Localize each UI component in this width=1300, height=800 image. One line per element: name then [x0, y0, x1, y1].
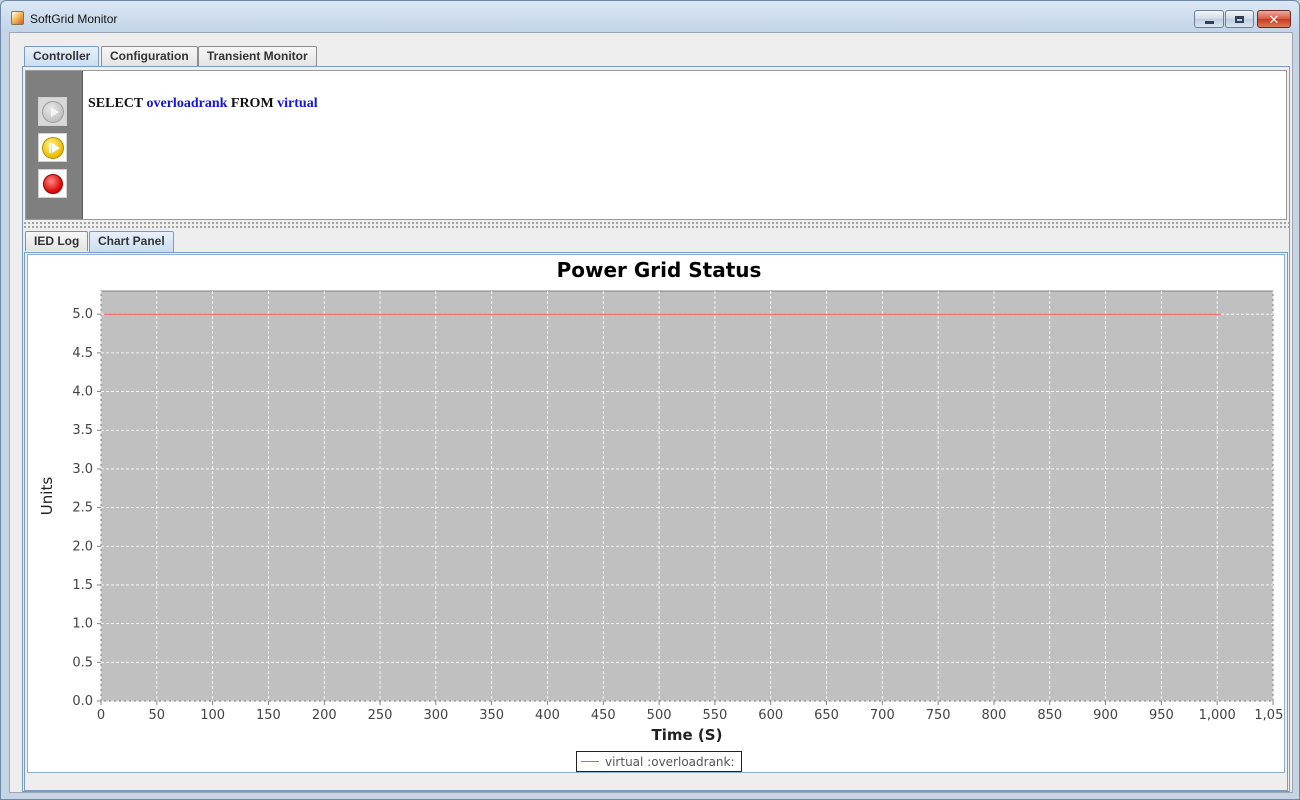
x-tick-label: 800	[982, 708, 1007, 723]
x-tick-label: 600	[758, 708, 783, 723]
legend-swatch	[581, 761, 599, 762]
play-button[interactable]	[38, 97, 67, 126]
y-tick-label: 4.0	[72, 385, 93, 400]
x-tick-label: 850	[1037, 708, 1062, 723]
window-title: SoftGrid Monitor	[30, 12, 118, 26]
x-tick-label: 250	[368, 708, 393, 723]
y-tick-label: 0.5	[72, 655, 93, 670]
controller-panel: SELECT overloadrank FROM virtual IED Log…	[22, 66, 1292, 792]
y-tick-label: 2.5	[72, 501, 93, 516]
x-axis-label: Time (S)	[652, 726, 723, 744]
maximize-button[interactable]	[1225, 10, 1254, 28]
x-tick-label: 700	[870, 708, 895, 723]
minimize-button[interactable]	[1194, 10, 1224, 28]
main-content: Controller Configuration Transient Monit…	[9, 32, 1293, 793]
x-tick-label: 450	[591, 708, 616, 723]
chart-title: Power Grid Status	[557, 258, 762, 282]
y-axis-label: Units	[38, 477, 56, 516]
x-tick-label: 550	[702, 708, 727, 723]
title-bar[interactable]: SoftGrid Monitor ✕	[1, 1, 1299, 31]
x-tick-label: 750	[926, 708, 951, 723]
x-tick-label: 1,000	[1199, 708, 1236, 723]
x-tick-label: 950	[1149, 708, 1174, 723]
chart-container: Power Grid Status 0.0 0.5 1.0 1.5 2.0 2.5 3.0 3…	[27, 254, 1292, 773]
y-tick-label: 1.5	[72, 578, 93, 593]
query-editor[interactable]: SELECT overloadrank FROM virtual	[25, 70, 1287, 220]
query-toolbar	[26, 71, 83, 219]
chart-panel: Power Grid Status 0.0 0.5 1.0 1.5 2.0 2.5 3.0 3…	[24, 252, 1292, 791]
chart-legend: virtual :overloadrank:	[576, 751, 742, 772]
tab-transient-monitor[interactable]: Transient Monitor	[198, 46, 317, 66]
y-tick-label: 1.0	[72, 617, 93, 632]
tab-controller[interactable]: Controller	[24, 46, 100, 67]
record-stop-button[interactable]	[38, 169, 67, 198]
y-tick-label: 0.0	[72, 694, 93, 709]
x-tick-label: 1,050	[1254, 708, 1284, 723]
tab-configuration[interactable]: Configuration	[101, 46, 198, 66]
x-tick-label: 400	[535, 708, 560, 723]
query-column: overloadrank	[146, 96, 228, 111]
x-tick-label: 500	[647, 708, 672, 723]
step-play-button[interactable]	[38, 133, 67, 162]
query-text[interactable]: SELECT overloadrank FROM virtual	[88, 96, 318, 112]
maximize-icon	[1235, 15, 1244, 23]
x-tick-label: 200	[312, 708, 337, 723]
y-tick-label: 3.0	[72, 462, 93, 477]
record-stop-icon	[42, 173, 63, 194]
x-tick-label: 900	[1093, 708, 1118, 723]
close-icon: ✕	[1268, 11, 1280, 27]
line-chart: Power Grid Status 0.0 0.5 1.0 1.5 2.0 2.5 3.0 3…	[38, 258, 1292, 744]
x-tick-label: 650	[814, 708, 839, 723]
x-tick-label: 100	[200, 708, 225, 723]
y-tick-label: 3.5	[72, 423, 93, 438]
x-tick-label: 150	[256, 708, 281, 723]
minimize-icon	[1204, 20, 1214, 24]
tab-chart-panel[interactable]: Chart Panel	[89, 231, 174, 252]
play-icon	[41, 100, 64, 123]
x-tick-label: 350	[479, 708, 504, 723]
y-tick-label: 2.0	[72, 539, 93, 554]
y-tick-label: 5.0	[72, 307, 93, 322]
close-button[interactable]: ✕	[1257, 10, 1291, 28]
x-tick-label: 300	[423, 708, 448, 723]
x-tick-label: 50	[149, 708, 166, 723]
keyword-select: SELECT	[88, 96, 147, 111]
keyword-from: FROM	[227, 96, 278, 111]
tab-ied-log[interactable]: IED Log	[25, 231, 89, 251]
legend-label: virtual :overloadrank:	[605, 754, 735, 769]
step-play-icon	[41, 136, 64, 159]
query-table: virtual	[277, 96, 318, 111]
y-tick-label: 4.5	[72, 346, 93, 361]
split-pane-divider[interactable]	[23, 220, 1289, 228]
app-window: SoftGrid Monitor ✕ Controller Configurat…	[0, 0, 1300, 800]
x-tick-label: 0	[97, 708, 105, 723]
java-app-icon	[11, 11, 24, 25]
